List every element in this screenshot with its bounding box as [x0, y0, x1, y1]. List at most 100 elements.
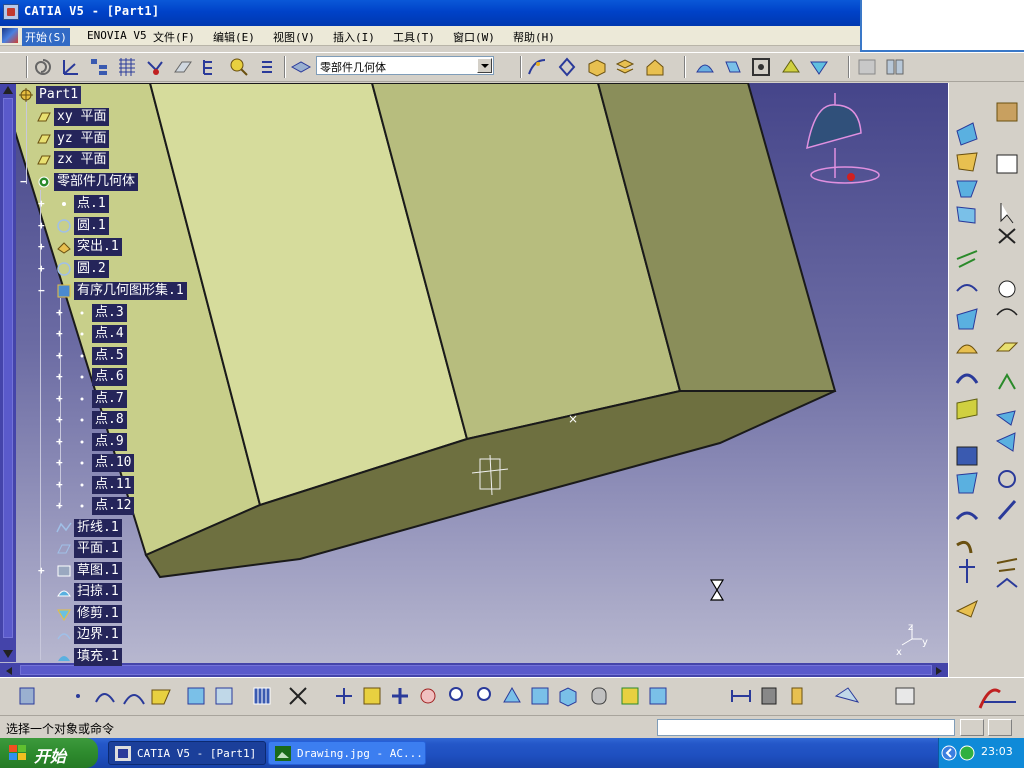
expand-icon[interactable]: +	[38, 565, 47, 576]
plane-tool-icon[interactable]	[995, 342, 1019, 352]
expand-icon[interactable]: +	[56, 393, 65, 404]
vertical-scroll-thumb[interactable]	[3, 98, 13, 638]
line-tool-icon[interactable]	[956, 250, 978, 268]
circle-tool-icon[interactable]	[995, 410, 1016, 426]
axis-system-icon[interactable]	[60, 56, 82, 78]
fit-all-in-icon[interactable]	[363, 687, 381, 705]
intersect-tool-icon[interactable]	[996, 558, 1018, 572]
polyline-tool-icon[interactable]	[998, 372, 1016, 390]
expand-icon[interactable]: +	[38, 263, 47, 274]
swap-visible-icon[interactable]	[253, 687, 271, 705]
menu-file[interactable]: 文件(F)	[150, 28, 198, 46]
menu-enovia[interactable]: ENOVIA V5	[84, 28, 150, 43]
zoom-in-icon[interactable]	[449, 687, 463, 701]
fill-icon[interactable]	[780, 56, 802, 78]
surface-tool-icon[interactable]	[956, 122, 978, 146]
expand-icon[interactable]: +	[56, 436, 65, 447]
stack-icon[interactable]	[614, 56, 636, 78]
grid-icon[interactable]	[116, 56, 138, 78]
tray-expand-icon[interactable]	[941, 745, 957, 761]
shading-icon[interactable]	[591, 687, 607, 705]
print-icon[interactable]	[895, 687, 915, 705]
arc-mark-icon[interactable]	[123, 694, 145, 705]
fillet-tool-icon[interactable]	[955, 373, 979, 384]
box-icon[interactable]	[586, 56, 608, 78]
sketch-icon[interactable]	[172, 56, 194, 78]
rotate-view-icon[interactable]	[420, 688, 436, 704]
offset-tool-icon[interactable]	[956, 152, 978, 172]
menu-edit[interactable]: 编辑(E)	[210, 28, 258, 46]
expand-icon[interactable]: +	[56, 500, 65, 511]
expand-icon[interactable]: +	[56, 371, 65, 382]
conic-tool-icon[interactable]	[998, 470, 1016, 488]
menu-insert[interactable]: 插入(I)	[330, 28, 378, 46]
zoom-out-icon[interactable]	[477, 687, 491, 701]
blend-tool-icon[interactable]	[956, 344, 978, 354]
collapse-icon[interactable]: −	[20, 176, 29, 187]
isometric-view-icon[interactable]	[559, 687, 577, 707]
snap-tool-icon[interactable]	[998, 228, 1016, 244]
tree-icon[interactable]	[88, 56, 110, 78]
compass-icon[interactable]	[806, 93, 880, 184]
arc-tool-icon[interactable]	[956, 284, 978, 292]
normal-view-icon[interactable]	[503, 686, 521, 703]
analysis-icon[interactable]	[289, 687, 307, 705]
columns-icon[interactable]	[884, 56, 906, 78]
chevron-down-icon[interactable]	[477, 58, 492, 73]
expand-icon[interactable]: +	[56, 414, 65, 425]
house-icon[interactable]	[644, 56, 666, 78]
spline-tool-icon[interactable]	[996, 308, 1018, 316]
multi-point-icon[interactable]	[556, 56, 578, 78]
viewport-vertical-scrollbar[interactable]	[0, 84, 16, 662]
translate-tool-icon[interactable]	[956, 472, 978, 494]
point-mark-icon[interactable]	[76, 694, 80, 698]
frame-icon[interactable]	[750, 56, 772, 78]
fill-tool-icon[interactable]	[956, 398, 978, 420]
symmetry-tool-icon[interactable]	[956, 540, 973, 554]
project-tool-icon[interactable]	[996, 577, 1018, 588]
hierarchy-icon[interactable]	[200, 56, 222, 78]
select-arrow-icon[interactable]	[1000, 203, 1014, 224]
snap-icon[interactable]	[144, 56, 166, 78]
surface-icon[interactable]	[694, 56, 716, 78]
scroll-up-icon[interactable]	[1, 84, 15, 96]
point-tool-icon[interactable]	[998, 280, 1016, 298]
menu-help[interactable]: 帮助(H)	[510, 28, 558, 46]
options-icon[interactable]	[256, 56, 278, 78]
measure-icon[interactable]	[731, 690, 751, 702]
document-menu-icon[interactable]	[2, 28, 18, 43]
spiral-icon[interactable]	[32, 56, 54, 78]
table-icon[interactable]	[856, 56, 878, 78]
extrude-icon[interactable]	[722, 56, 744, 78]
revolve-tool-icon[interactable]	[956, 206, 976, 224]
expand-icon[interactable]: +	[56, 479, 65, 490]
status-button-1[interactable]	[960, 719, 984, 736]
render-icon[interactable]	[649, 687, 667, 705]
pan-view-icon[interactable]	[392, 688, 408, 704]
network-icon[interactable]	[959, 745, 975, 761]
axis-tool-icon[interactable]	[959, 559, 975, 583]
helix-tool-icon[interactable]	[997, 500, 1017, 520]
menu-tools[interactable]: 工具(T)	[390, 28, 438, 46]
compass-snap-icon[interactable]	[336, 688, 352, 704]
expand-icon[interactable]: +	[56, 328, 65, 339]
inertia-icon[interactable]	[761, 687, 777, 705]
sketcher-icon[interactable]	[996, 154, 1018, 174]
task-catia[interactable]: CATIA V5 - [Part1]	[108, 741, 266, 765]
extrude-tool-icon[interactable]	[956, 180, 978, 198]
status-button-2[interactable]	[988, 719, 1012, 736]
material-view-icon[interactable]	[621, 687, 639, 705]
multi-view-icon[interactable]	[531, 687, 549, 705]
search-icon[interactable]	[228, 56, 250, 78]
menu-window[interactable]: 窗口(W)	[450, 28, 498, 46]
hide-show-icon[interactable]	[19, 687, 35, 705]
menu-view[interactable]: 视图(V)	[270, 28, 318, 46]
viewport-horizontal-scrollbar[interactable]	[0, 663, 948, 677]
expand-icon[interactable]: +	[56, 307, 65, 318]
corner-tool-icon[interactable]	[995, 432, 1016, 452]
expand-icon[interactable]: +	[38, 220, 47, 231]
start-button[interactable]: 开始	[0, 738, 98, 768]
apply-material-icon[interactable]	[791, 687, 803, 705]
catia-app-icon[interactable]	[3, 4, 19, 20]
grid-tool-icon[interactable]	[956, 446, 978, 466]
